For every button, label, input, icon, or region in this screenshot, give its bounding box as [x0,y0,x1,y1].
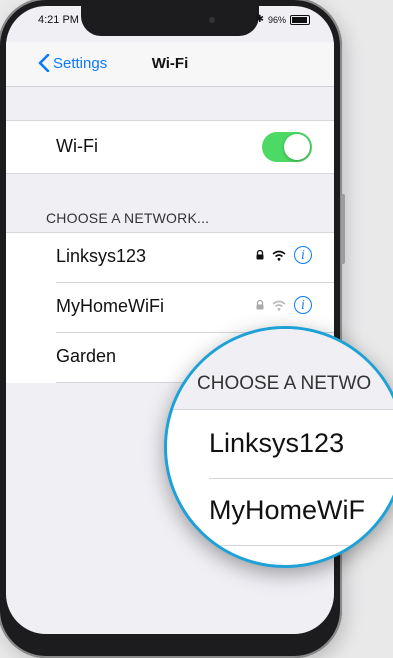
network-name: MyHomeWiFi [56,296,164,316]
power-button [341,194,345,264]
wifi-icon [272,250,286,261]
info-icon[interactable]: i [294,296,312,314]
magnifier-lens: CHOOSE A NETWO Linksys123 MyHomeWiF [164,326,393,568]
magnified-divider [209,545,393,546]
magnified-network-name: MyHomeWiF [209,495,365,525]
status-right: ✱ 96% [256,14,310,25]
status-time: 4:21 PM [38,14,79,26]
magnified-divider [167,409,393,410]
wifi-label: Wi-Fi [56,136,98,156]
wifi-icon [272,300,286,311]
page-title: Wi-Fi [151,55,189,72]
notch [81,6,259,36]
bluetooth-icon: ✱ [255,14,264,25]
info-icon[interactable]: i [294,246,312,264]
row-divider [56,282,334,283]
lock-icon [256,250,264,260]
network-name: Linksys123 [56,246,147,266]
network-icons: i [256,296,312,314]
front-camera [209,17,215,23]
magnified-header-background [167,329,393,409]
magnified-section-header: CHOOSE A NETWO [197,373,372,394]
magnified-network-name: Linksys123 [209,428,345,458]
navigation-bar: Settings Wi-Fi [6,42,334,87]
wifi-toggle[interactable] [262,132,312,162]
magnified-divider [209,478,393,479]
battery-icon [290,14,310,25]
lock-icon [256,300,264,310]
network-icons: i [256,246,312,264]
network-name: Garden [56,346,117,366]
wifi-toggle-row: Wi-Fi [6,120,334,174]
section-header: CHOOSE A NETWORK... [46,210,210,226]
toggle-knob [284,134,310,160]
battery-percent: 96% [267,14,286,25]
